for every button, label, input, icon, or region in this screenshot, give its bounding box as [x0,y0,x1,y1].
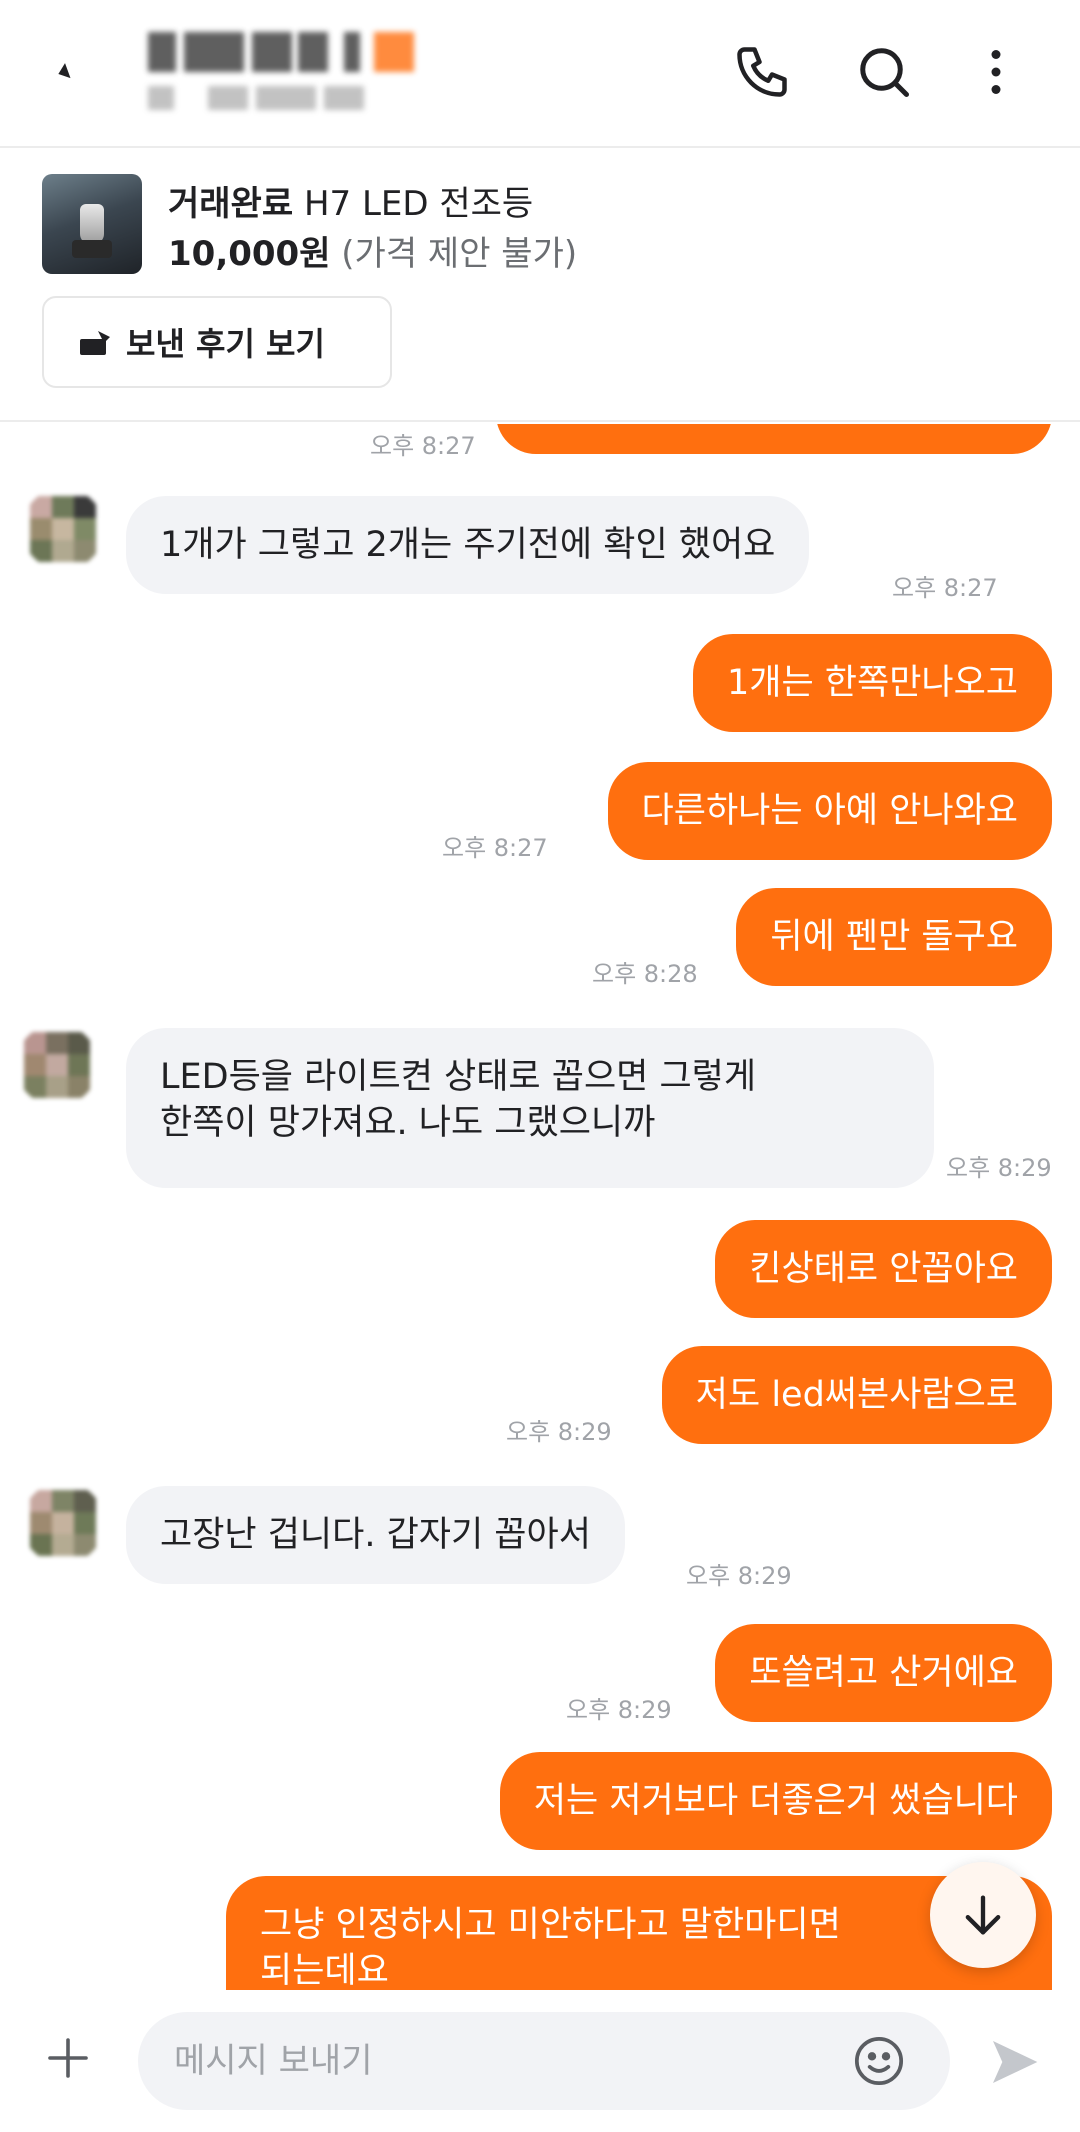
message-bubble-mine[interactable]: 또쓸려고 산거에요 [715,1624,1052,1722]
price-note: (가격 제안 불가) [341,234,578,274]
more-button[interactable] [964,40,1028,104]
message-line: LED등을 라이트켠 상태로 꼽으면 그렇게 [160,1057,757,1097]
message-bubble-mine[interactable]: 저는 저거보다 더좋은거 썼습니다 [499,1752,1052,1850]
plus-icon [48,2038,88,2078]
more-vertical-icon [991,50,1001,94]
message-bubble-mine[interactable]: 그냥 인정하시고 미안하다고 말한마디면 되는데요 [226,1876,1052,1990]
partner-info-redacted [148,86,498,116]
message-time: 오후 8:29 [946,1154,1052,1182]
product-thumbnail[interactable] [42,174,142,274]
back-button[interactable] [50,50,90,90]
partner-name-redacted [148,32,438,78]
message-bubble-mine[interactable]: 저도 led써본사람으로 [661,1346,1052,1444]
product-price-line: 10,000원 (가격 제안 불가) [168,226,577,275]
sent-review-button[interactable]: 보낸 후기 보기 [42,296,392,388]
back-arrow-icon [58,63,71,79]
message-bubble-partner[interactable]: LED등을 라이트켠 상태로 꼽으면 그렇게 한쪽이 망가져요. 나도 그랬으니… [126,1028,934,1188]
partner-avatar[interactable] [16,1024,98,1106]
message-line: 한쪽이 망가져요. 나도 그랬으니까 [160,1103,656,1143]
send-icon [993,2041,1038,2083]
message-bubble-partner[interactable]: 1개가 그렇고 2개는 주기전에 확인 했어요 [126,496,810,594]
partner-avatar[interactable] [22,1482,104,1564]
emoji-button[interactable] [848,2030,910,2092]
message-bubble-mine[interactable] [496,424,1052,454]
scroll-to-bottom-button[interactable] [930,1862,1036,1968]
emoji-icon [854,2036,904,2086]
message-time: 오후 8:27 [370,432,476,460]
review-icon [80,331,110,355]
send-button[interactable] [982,2030,1046,2094]
phone-icon [737,47,787,97]
call-button[interactable] [730,40,794,104]
message-time: 오후 8:29 [566,1696,672,1724]
message-time: 오후 8:29 [686,1562,792,1590]
message-line: 되는데요 [260,1951,389,1990]
message-time: 오후 8:28 [592,960,698,988]
message-list[interactable]: 오후 8:27 1개가 그렇고 2개는 주기전에 확인 했어요 오후 8:27 … [0,424,1080,1990]
message-time: 오후 8:29 [506,1418,612,1446]
arrow-down-icon [965,1895,1001,1935]
chat-header [0,0,1080,148]
search-icon [860,48,909,97]
sent-review-label: 보낸 후기 보기 [126,325,325,363]
message-bubble-partner[interactable]: 고장난 겁니다. 갑자기 꼽아서 [126,1486,625,1584]
message-bubble-mine[interactable]: 1개는 한쪽만나오고 [693,634,1052,732]
trade-status: 거래완료 [168,184,294,224]
message-bubble-mine[interactable]: 뒤에 펜만 돌구요 [736,888,1052,986]
message-input[interactable] [138,2012,950,2110]
product-name: H7 LED 전조등 [303,184,534,224]
message-time: 오후 8:27 [892,574,998,602]
message-line: 그냥 인정하시고 미안하다고 말한마디면 [260,1905,841,1945]
partner-avatar[interactable] [22,488,104,570]
attach-button[interactable] [38,2028,98,2088]
product-info-bar[interactable]: 거래완료 H7 LED 전조등 10,000원 (가격 제안 불가) 보낸 후기… [0,150,1080,422]
message-bubble-mine[interactable]: 다른하나는 아예 안나와요 [607,762,1052,860]
product-price: 10,000원 [168,234,331,274]
message-composer [0,1990,1080,2132]
search-button[interactable] [852,40,916,104]
product-title: 거래완료 H7 LED 전조등 [168,176,533,225]
message-bubble-mine[interactable]: 킨상태로 안꼽아요 [715,1220,1052,1318]
message-time: 오후 8:27 [442,834,548,862]
